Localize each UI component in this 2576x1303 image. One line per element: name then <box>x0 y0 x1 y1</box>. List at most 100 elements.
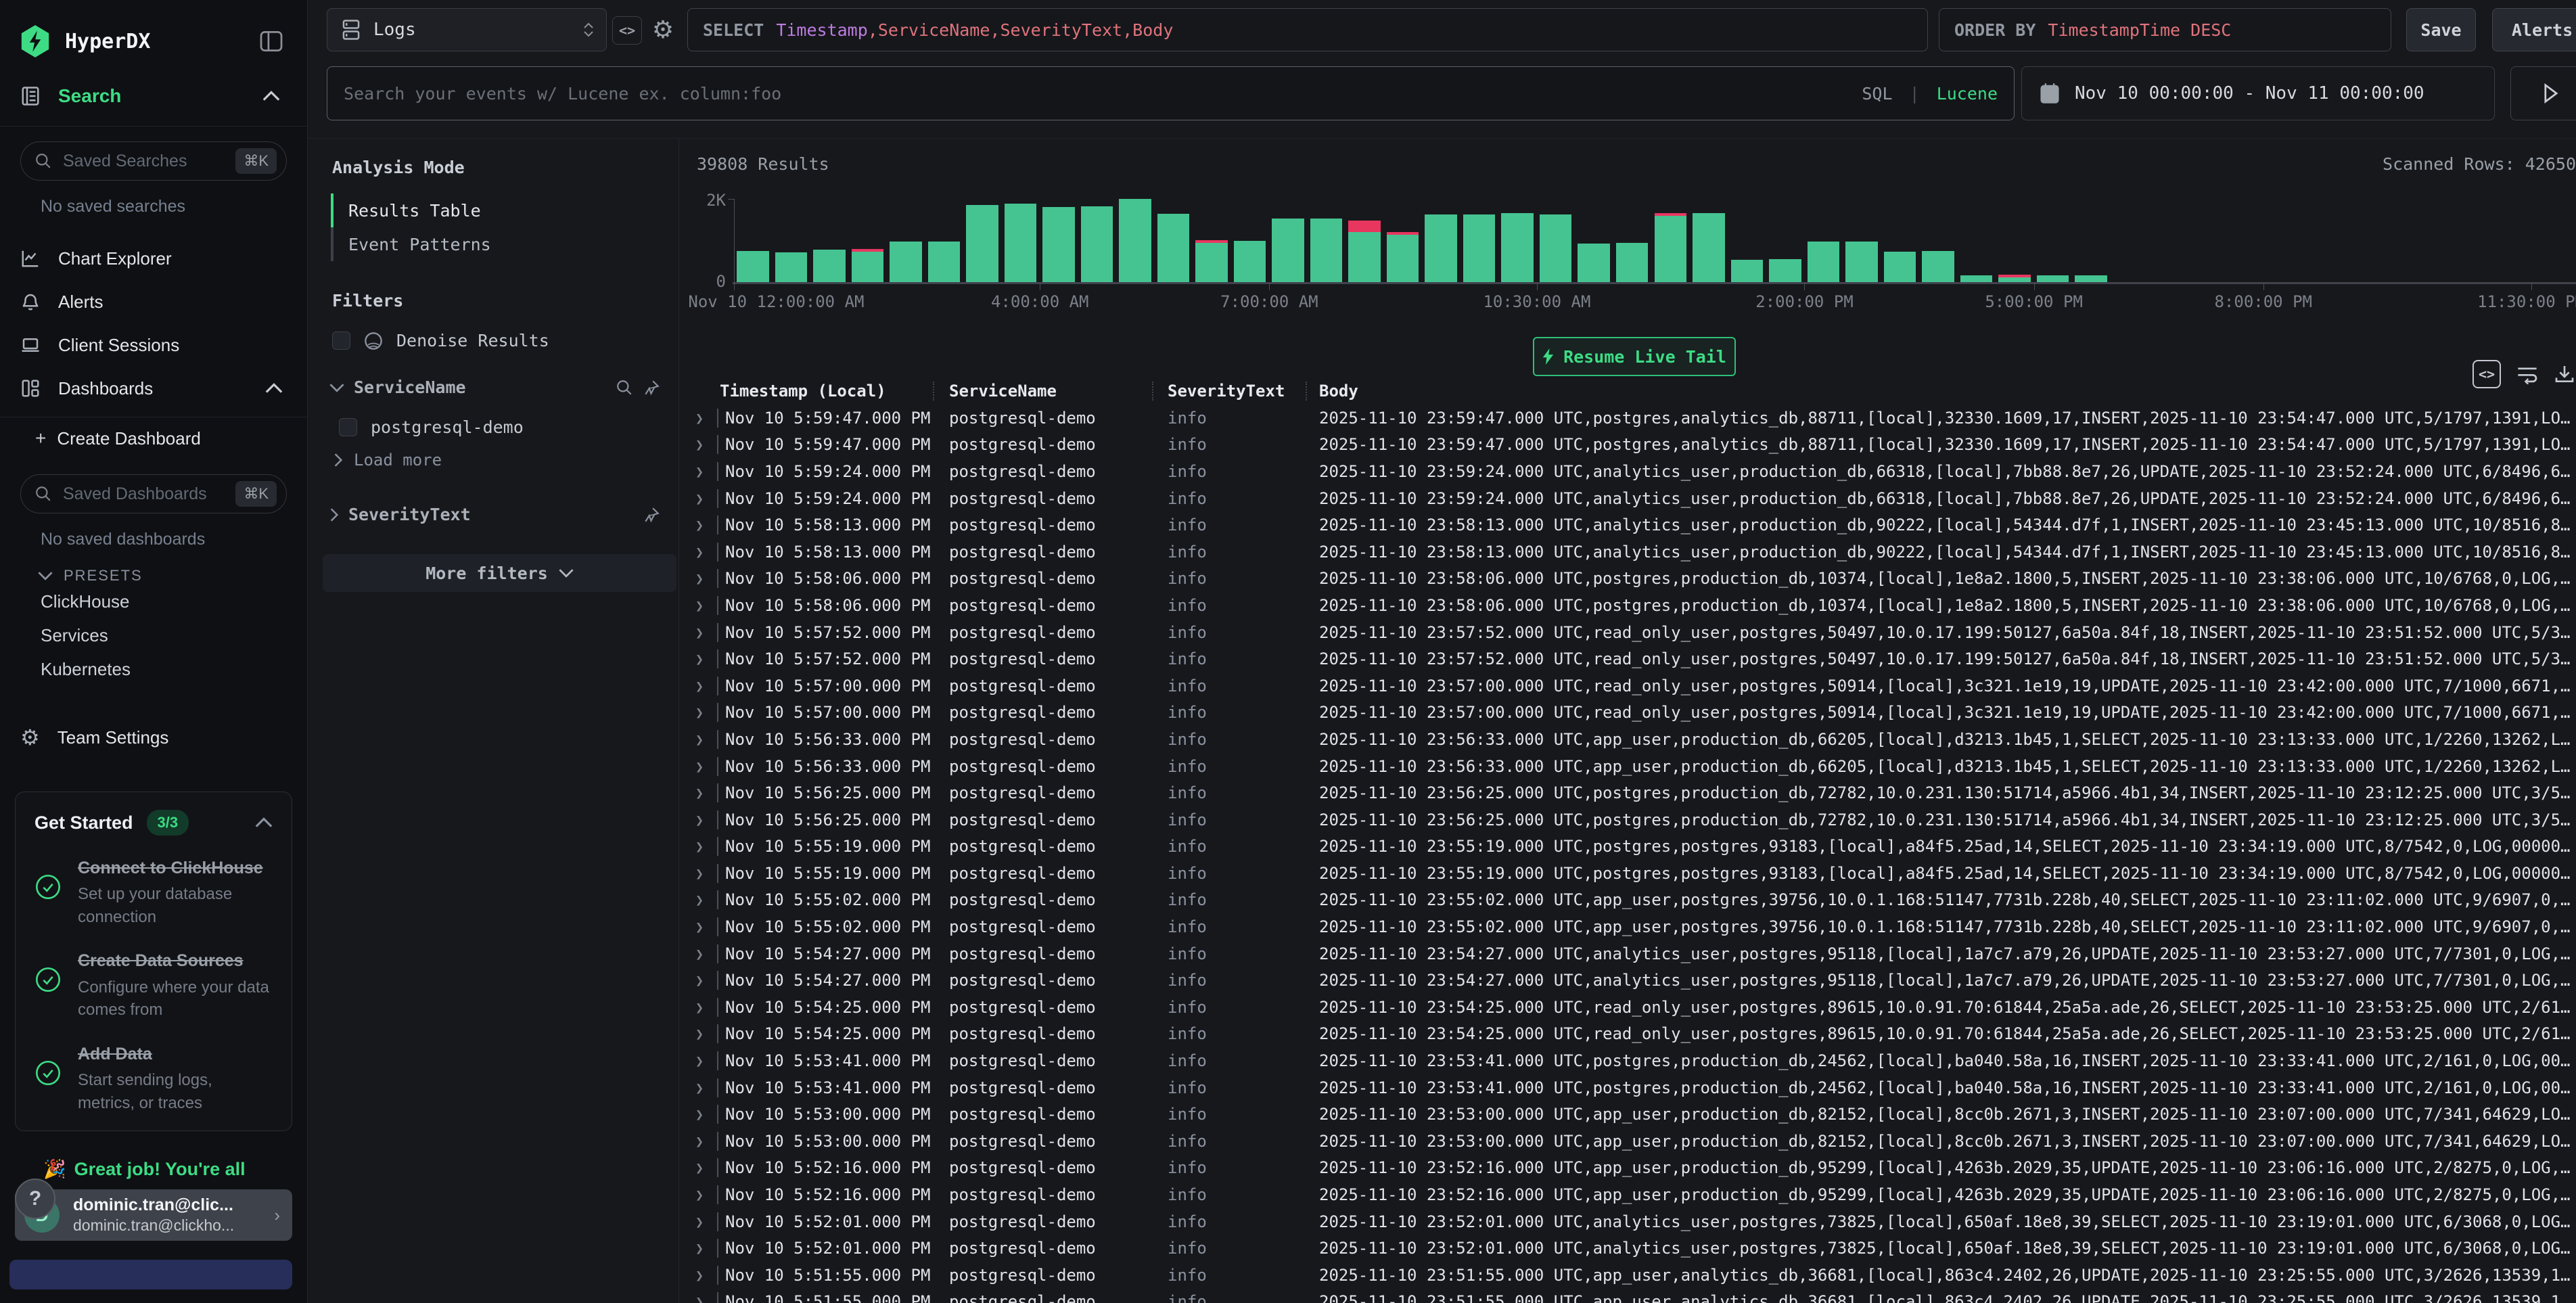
sidebar-item-team-settings[interactable]: ⚙ Team Settings <box>0 716 307 759</box>
more-filters-button[interactable]: More filters <box>323 554 676 592</box>
expand-row-icon[interactable]: ❯ <box>695 463 704 480</box>
order-by-input[interactable]: ORDER BY TimestampTime DESC <box>1939 8 2391 51</box>
expand-row-icon[interactable]: ❯ <box>695 544 704 560</box>
table-row[interactable]: ❯Nov 10 5:55:19.000 PMpostgresql-demoinf… <box>690 860 2576 887</box>
expand-row-icon[interactable]: ❯ <box>695 1214 704 1230</box>
histogram-bar[interactable] <box>1387 232 1419 282</box>
source-select[interactable]: Logs <box>327 8 607 51</box>
table-row[interactable]: ❯Nov 10 5:58:06.000 PMpostgresql-demoinf… <box>690 592 2576 619</box>
create-dashboard-button[interactable]: + Create Dashboard <box>0 417 307 459</box>
expand-row-icon[interactable]: ❯ <box>695 490 704 507</box>
expand-row-icon[interactable]: ❯ <box>695 517 704 533</box>
expand-row-icon[interactable]: ❯ <box>695 1026 704 1042</box>
expand-row-icon[interactable]: ❯ <box>695 999 704 1015</box>
table-row[interactable]: ❯Nov 10 5:59:24.000 PMpostgresql-demoinf… <box>690 458 2576 485</box>
expand-row-icon[interactable]: ❯ <box>695 838 704 854</box>
expand-row-icon[interactable]: ❯ <box>695 758 704 775</box>
column-resize-handle[interactable] <box>933 382 934 401</box>
table-row[interactable]: ❯Nov 10 5:53:41.000 PMpostgresql-demoinf… <box>690 1047 2576 1074</box>
histogram-bar[interactable] <box>1272 219 1304 282</box>
source-settings-gear-icon[interactable]: ⚙ <box>648 14 678 46</box>
histogram-bar[interactable] <box>1731 260 1764 282</box>
expand-row-icon[interactable]: ❯ <box>695 624 704 641</box>
column-header-timestamp[interactable]: Timestamp (Local) <box>720 382 886 401</box>
column-header-servicename[interactable]: ServiceName <box>949 382 1057 401</box>
event-search-input[interactable] <box>344 84 1848 104</box>
get-started-item[interactable]: Add DataStart sending logs, metrics, or … <box>34 1042 273 1114</box>
user-menu[interactable]: D dominic.tran@clic... dominic.tran@clic… <box>15 1189 292 1241</box>
table-row[interactable]: ❯Nov 10 5:57:00.000 PMpostgresql-demoinf… <box>690 672 2576 700</box>
expand-row-icon[interactable]: ❯ <box>695 785 704 801</box>
pin-icon[interactable] <box>643 379 660 396</box>
table-row[interactable]: ❯Nov 10 5:57:52.000 PMpostgresql-demoinf… <box>690 645 2576 672</box>
column-header-body[interactable]: Body <box>1319 382 1358 401</box>
histogram-bar[interactable] <box>966 205 998 282</box>
histogram-bar[interactable] <box>1042 207 1075 282</box>
expand-row-icon[interactable]: ❯ <box>695 865 704 882</box>
expand-row-icon[interactable]: ❯ <box>695 1053 704 1069</box>
expand-row-icon[interactable]: ❯ <box>695 704 704 721</box>
histogram-bar[interactable] <box>813 250 846 282</box>
event-search-bar[interactable]: SQL | Lucene <box>327 66 2015 120</box>
live-tail-play-button[interactable] <box>2510 66 2576 120</box>
saved-searches-field[interactable] <box>63 152 225 171</box>
filter-value-checkbox[interactable] <box>339 418 357 436</box>
table-row[interactable]: ❯Nov 10 5:51:55.000 PMpostgresql-demoinf… <box>690 1289 2576 1303</box>
histogram-bar[interactable] <box>775 252 808 282</box>
resume-live-tail-button[interactable]: Resume Live Tail <box>1533 337 1736 376</box>
table-row[interactable]: ❯Nov 10 5:57:00.000 PMpostgresql-demoinf… <box>690 700 2576 727</box>
expand-row-icon[interactable]: ❯ <box>695 946 704 962</box>
histogram-bar[interactable] <box>1693 213 1725 282</box>
help-button[interactable]: ? <box>15 1179 55 1219</box>
expand-row-icon[interactable]: ❯ <box>695 972 704 988</box>
table-row[interactable]: ❯Nov 10 5:55:02.000 PMpostgresql-demoinf… <box>690 913 2576 940</box>
saved-dashboards-input[interactable]: ⌘K <box>20 474 287 513</box>
chevron-up-icon[interactable] <box>255 817 273 828</box>
column-resize-handle[interactable] <box>1306 382 1307 401</box>
histogram-bar[interactable] <box>1808 242 1840 282</box>
filter-search-icon[interactable] <box>616 379 633 396</box>
histogram-bar[interactable] <box>1310 219 1343 282</box>
date-range-picker[interactable]: Nov 10 00:00:00 - Nov 11 00:00:00 <box>2021 66 2495 120</box>
denoise-checkbox[interactable] <box>332 332 350 350</box>
histogram-bar[interactable] <box>737 251 769 282</box>
table-row[interactable]: ❯Nov 10 5:59:47.000 PMpostgresql-demoinf… <box>690 432 2576 459</box>
table-row[interactable]: ❯Nov 10 5:58:13.000 PMpostgresql-demoinf… <box>690 511 2576 539</box>
table-row[interactable]: ❯Nov 10 5:51:55.000 PMpostgresql-demoinf… <box>690 1262 2576 1289</box>
table-row[interactable]: ❯Nov 10 5:57:52.000 PMpostgresql-demoinf… <box>690 619 2576 646</box>
expand-row-icon[interactable]: ❯ <box>695 1240 704 1256</box>
expand-row-icon[interactable]: ❯ <box>695 570 704 587</box>
alerts-button[interactable]: Alerts <box>2492 8 2576 51</box>
table-row[interactable]: ❯Nov 10 5:52:01.000 PMpostgresql-demoinf… <box>690 1208 2576 1235</box>
table-row[interactable]: ❯Nov 10 5:53:00.000 PMpostgresql-demoinf… <box>690 1101 2576 1128</box>
sidebar-item-client-sessions[interactable]: Client Sessions <box>0 323 307 367</box>
presets-toggle[interactable]: PRESETS <box>38 567 307 585</box>
filter-group-servicename[interactable]: ServiceName <box>329 378 660 397</box>
table-row[interactable]: ❯Nov 10 5:54:27.000 PMpostgresql-demoinf… <box>690 940 2576 967</box>
table-row[interactable]: ❯Nov 10 5:55:19.000 PMpostgresql-demoinf… <box>690 833 2576 861</box>
histogram-bar[interactable] <box>1005 204 1037 282</box>
histogram-bar[interactable] <box>1998 275 2031 282</box>
histogram-bar[interactable] <box>1348 221 1381 282</box>
histogram-bar[interactable] <box>1501 213 1534 282</box>
histogram-bar[interactable] <box>1463 214 1496 282</box>
expand-row-icon[interactable]: ❯ <box>695 410 704 426</box>
get-started-item[interactable]: Create Data SourcesConfigure where your … <box>34 948 273 1021</box>
expand-row-icon[interactable]: ❯ <box>695 1187 704 1203</box>
table-row[interactable]: ❯Nov 10 5:58:13.000 PMpostgresql-demoinf… <box>690 539 2576 566</box>
histogram-bar[interactable] <box>1845 242 1878 282</box>
column-header-severitytext[interactable]: SeverityText <box>1168 382 1285 401</box>
expand-row-icon[interactable]: ❯ <box>695 892 704 908</box>
preset-clickhouse[interactable]: ClickHouse <box>0 585 307 618</box>
table-row[interactable]: ❯Nov 10 5:59:24.000 PMpostgresql-demoinf… <box>690 485 2576 512</box>
histogram-bar[interactable] <box>852 249 884 282</box>
preset-services[interactable]: Services <box>0 618 307 652</box>
table-row[interactable]: ❯Nov 10 5:54:27.000 PMpostgresql-demoinf… <box>690 967 2576 994</box>
histogram-bar[interactable] <box>1578 244 1610 282</box>
saved-dashboards-field[interactable] <box>63 484 225 504</box>
sql-mode-option[interactable]: SQL <box>1862 84 1892 104</box>
lucene-mode-option[interactable]: Lucene <box>1937 84 1998 104</box>
column-resize-handle[interactable] <box>1152 382 1153 401</box>
histogram-bar[interactable] <box>1540 214 1572 282</box>
histogram-bar[interactable] <box>2037 275 2069 282</box>
